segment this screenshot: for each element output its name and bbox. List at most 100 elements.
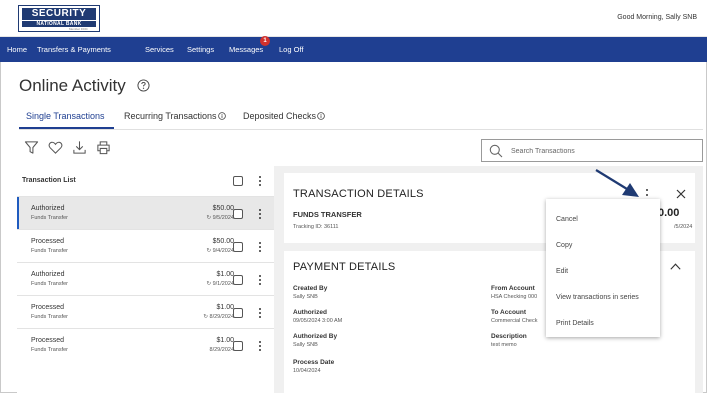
tab-recurring-transactions[interactable]: Recurring Transactions <box>124 111 226 121</box>
row-date-text: 9/5/2024 <box>212 215 234 221</box>
transaction-list-panel: Transaction List Authorized Funds Transf… <box>17 166 274 393</box>
row-type: Funds Transfer <box>31 248 68 254</box>
row-date: ↻ 9/1/2024 <box>206 281 234 287</box>
to-account-label: To Account <box>491 309 527 316</box>
row-checkbox[interactable] <box>233 341 243 351</box>
payment-details-title: PAYMENT DETAILS <box>293 261 396 273</box>
description-label: Description <box>491 333 527 340</box>
logo-line1: SECURITY <box>22 8 96 20</box>
authorized-by-value: Sally SNB <box>293 342 318 348</box>
actions-menu: Cancel Copy Edit View transactions in se… <box>546 199 660 337</box>
authorized-value: 09/05/2024 3:00 AM <box>293 318 343 324</box>
row-date: ↻ 8/29/2024 <box>203 314 234 320</box>
search-icon <box>489 144 503 158</box>
row-date-text: 9/1/2024 <box>212 281 234 287</box>
row-more-icon[interactable] <box>258 340 262 352</box>
row-more-icon[interactable] <box>258 241 262 253</box>
row-amount: $50.00 <box>212 205 234 212</box>
nav-log-off[interactable]: Log Off <box>279 37 303 62</box>
transaction-list-header: Transaction List <box>17 166 274 196</box>
print-icon[interactable] <box>96 140 111 155</box>
row-amount: $1.00 <box>216 271 234 278</box>
row-date: 8/29/2024 <box>209 347 234 353</box>
select-all-checkbox[interactable] <box>233 176 243 186</box>
table-row[interactable]: Authorized Funds Transfer $50.00 ↻ 9/5/2… <box>17 196 274 230</box>
tab-deposited-checks[interactable]: Deposited Checks <box>243 111 325 121</box>
row-more-icon[interactable] <box>258 307 262 319</box>
bank-logo[interactable]: SECURITY NATIONAL BANK Member FDIC <box>18 5 100 32</box>
row-checkbox[interactable] <box>233 242 243 252</box>
tab-label: Deposited Checks <box>243 111 317 121</box>
table-row[interactable]: Authorized Funds Transfer $1.00 ↻ 9/1/20… <box>17 262 274 295</box>
row-date: ↻ 9/5/2024 <box>206 215 234 221</box>
nav-transfers-payments[interactable]: Transfers & Payments <box>37 37 111 62</box>
from-account-value: HSA Checking 000 <box>491 294 538 300</box>
chevron-up-icon[interactable] <box>670 263 681 270</box>
to-account-value: Commercial Check <box>491 318 538 324</box>
row-type: Funds Transfer <box>31 347 68 353</box>
row-status: Processed <box>31 304 65 311</box>
transaction-type: FUNDS TRANSFER <box>293 210 362 219</box>
nav-home[interactable]: Home <box>7 37 27 62</box>
created-by-label: Created By <box>293 285 328 292</box>
row-status: Processed <box>31 238 65 245</box>
row-date: ↻ 9/4/2024 <box>206 248 234 254</box>
row-more-icon[interactable] <box>258 274 262 286</box>
header: SECURITY NATIONAL BANK Member FDIC Good … <box>0 0 707 37</box>
created-by-value: Sally SNB <box>293 294 318 300</box>
authorized-label: Authorized <box>293 309 327 316</box>
transaction-date: /5/2024 <box>674 224 693 230</box>
nav-settings[interactable]: Settings <box>187 37 214 62</box>
row-type: Funds Transfer <box>31 215 68 221</box>
row-status: Authorized <box>31 205 65 212</box>
row-status: Processed <box>31 337 65 344</box>
tracking-id: Tracking ID: 36111 <box>293 224 339 230</box>
menu-item-print-details[interactable]: Print Details <box>556 320 594 327</box>
row-amount: $1.00 <box>216 337 234 344</box>
menu-item-copy[interactable]: Copy <box>556 242 572 249</box>
logo-line3: Member FDIC <box>69 27 88 31</box>
table-row[interactable]: Processed Funds Transfer $50.00 ↻ 9/4/20… <box>17 229 274 262</box>
search-input[interactable] <box>511 144 696 158</box>
row-amount: $1.00 <box>216 304 234 311</box>
process-date-value: 10/04/2024 <box>293 368 321 374</box>
search-box[interactable] <box>481 139 703 162</box>
list-more-icon[interactable] <box>258 175 262 187</box>
main-nav: Home Transfers & Payments Services Setti… <box>0 37 707 62</box>
nav-messages[interactable]: Messages <box>229 37 263 62</box>
tab-single-transactions[interactable]: Single Transactions <box>26 111 105 121</box>
transaction-list-title: Transaction List <box>22 177 76 184</box>
greeting: Good Morning, Sally SNB <box>617 14 697 21</box>
heart-icon[interactable] <box>48 140 63 155</box>
messages-badge: 1 <box>260 36 270 46</box>
row-more-icon[interactable] <box>258 208 262 220</box>
menu-item-edit[interactable]: Edit <box>556 268 568 275</box>
tab-label: Single Transactions <box>26 111 105 121</box>
filter-icon[interactable] <box>24 140 39 155</box>
row-checkbox[interactable] <box>233 275 243 285</box>
transaction-details-title: TRANSACTION DETAILS <box>293 188 424 200</box>
row-amount: $50.00 <box>212 238 234 245</box>
info-icon[interactable] <box>217 112 226 120</box>
row-type: Funds Transfer <box>31 281 68 287</box>
authorized-by-label: Authorized By <box>293 333 338 340</box>
download-icon[interactable] <box>72 140 87 155</box>
table-row[interactable]: Processed Funds Transfer $1.00 8/29/2024 <box>17 328 274 361</box>
table-row[interactable]: Processed Funds Transfer $1.00 ↻ 8/29/20… <box>17 295 274 328</box>
nav-services[interactable]: Services <box>145 37 174 62</box>
row-date-text: 8/29/2024 <box>209 314 234 320</box>
menu-item-view-series[interactable]: View transactions in series <box>556 294 639 301</box>
row-checkbox[interactable] <box>233 308 243 318</box>
row-checkbox[interactable] <box>233 209 243 219</box>
from-account-label: From Account <box>491 285 535 292</box>
tab-label: Recurring Transactions <box>124 111 217 121</box>
transaction-amount: 0.00 <box>658 207 680 219</box>
help-icon[interactable] <box>137 79 150 92</box>
description-value: test memo <box>491 342 517 348</box>
page-title: Online Activity <box>19 76 126 95</box>
row-date-text: 9/4/2024 <box>212 248 234 254</box>
close-icon[interactable] <box>676 189 686 199</box>
tabs-divider <box>19 129 703 130</box>
menu-item-cancel[interactable]: Cancel <box>556 216 578 223</box>
info-icon[interactable] <box>317 112 325 120</box>
